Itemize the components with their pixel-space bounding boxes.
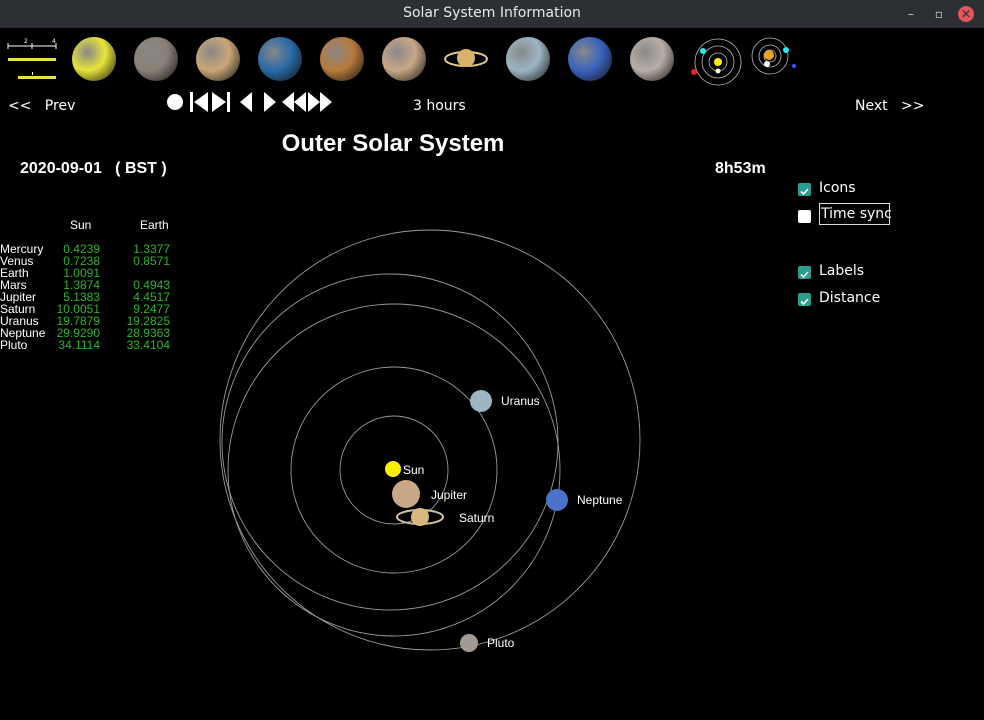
neptune-marker: Neptune [546,489,623,511]
pluto-label: Pluto [487,636,515,650]
orbit-diagram: Sun Jupiter Saturn Uranus Neptune Pluto [219,229,641,652]
uranus-label: Uranus [501,394,540,408]
uranus-marker: Uranus [470,390,540,412]
saturn-marker: Saturn [396,508,494,526]
jupiter-label: Jupiter [431,488,467,502]
pluto-marker: Pluto [460,634,515,652]
sun-marker: Sun [385,461,424,477]
saturn-label: Saturn [459,511,494,525]
uranus-orbit [219,229,641,651]
neptune-label: Neptune [577,493,623,507]
pluto-orbit [221,273,559,611]
orbit-rings [219,229,641,651]
sun-label: Sun [403,463,424,477]
jupiter-marker: Jupiter [392,480,467,508]
